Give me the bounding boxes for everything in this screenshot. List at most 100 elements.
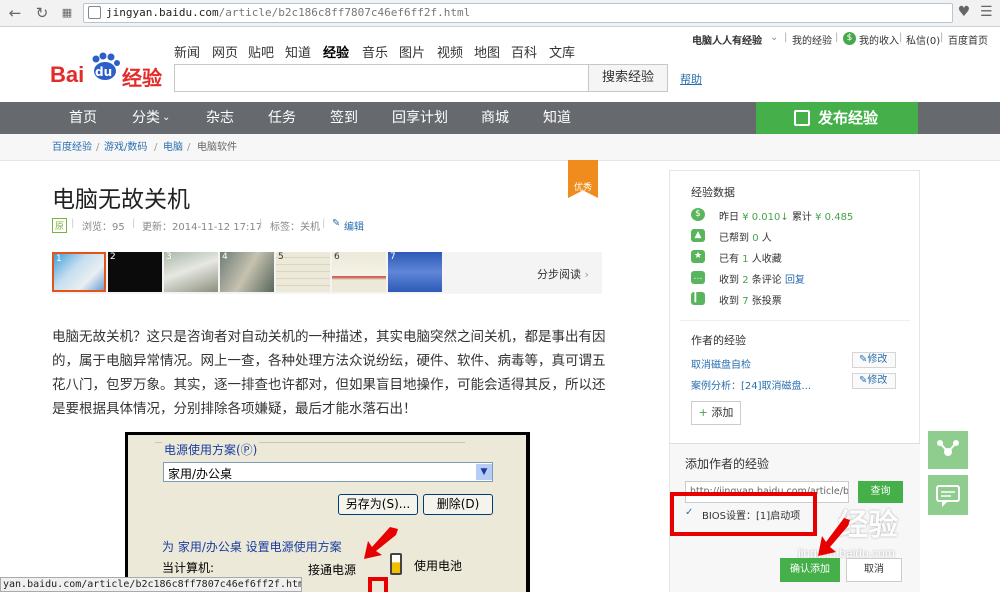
popup-title: 添加作者的经验: [685, 457, 770, 471]
confirm-add-button[interactable]: 确认添加: [780, 558, 840, 582]
red-arrow-icon: [818, 518, 850, 556]
chevron-down-icon[interactable]: ⌄: [770, 32, 778, 43]
computer-label: 当计算机:: [162, 561, 215, 575]
settings-label: 为 家用/办公桌 设置电源使用方案: [162, 540, 342, 554]
edit-icon: [794, 110, 810, 126]
step-thumbnail[interactable]: 3: [164, 252, 218, 292]
author-item[interactable]: 取消磁盘自检: [691, 356, 751, 371]
breadcrumb-separator: /: [96, 142, 100, 153]
search-input[interactable]: [174, 64, 589, 92]
step-thumbnail[interactable]: 1: [52, 252, 106, 292]
step-thumbnail[interactable]: 6: [332, 252, 386, 292]
step-thumbnail[interactable]: 2: [108, 252, 162, 292]
modify-button[interactable]: ✎修改: [852, 373, 896, 389]
topnav-video[interactable]: 视频: [437, 42, 463, 61]
updated-time: 更新：2014-11-12 17:17: [142, 222, 263, 233]
red-arrow-icon: [364, 527, 398, 559]
nav-share-plan[interactable]: 回享计划: [392, 102, 448, 134]
nav-checkin[interactable]: 签到: [330, 102, 358, 134]
topnav-zhidao[interactable]: 知道: [285, 42, 311, 61]
modify-button[interactable]: ✎修改: [852, 352, 896, 368]
back-icon[interactable]: ←: [6, 4, 24, 22]
scheme-select: 家用/办公桌 ▼: [163, 462, 493, 482]
browser-toolbar: ← ↻ ▦ jingyan.baidu.com/article/b2c186c8…: [0, 0, 1000, 27]
step-thumbnail[interactable]: 4: [220, 252, 274, 292]
breadcrumb-item[interactable]: 百度经验: [52, 134, 92, 161]
step-read-link[interactable]: 分步阅读 ›: [537, 266, 589, 282]
step-thumbnail[interactable]: 7: [388, 252, 442, 292]
chat-icon: [936, 485, 960, 507]
nav-magazine[interactable]: 杂志: [206, 102, 234, 134]
add-button[interactable]: + 添加: [691, 401, 741, 425]
my-income-link[interactable]: 我的收入: [859, 32, 899, 47]
breadcrumb: 百度经验 / 游戏/数码 / 电脑 / 电脑软件: [0, 134, 1000, 161]
tags: 标签：关机: [270, 222, 320, 233]
nav-tasks[interactable]: 任务: [268, 102, 296, 134]
nav-zhidao[interactable]: 知道: [543, 102, 571, 134]
star-icon: ★: [691, 250, 705, 263]
menu-icon[interactable]: ☰: [980, 4, 996, 22]
dropdown-icon: ▼: [476, 464, 492, 480]
topnav-news[interactable]: 新闻: [174, 42, 200, 61]
separator: |: [899, 32, 903, 43]
topnav-baike[interactable]: 百科: [511, 42, 537, 61]
comment-icon: …: [691, 271, 705, 284]
income-icon: $: [843, 32, 856, 45]
breadcrumb-separator: /: [187, 142, 191, 153]
pencil-icon: ✎: [332, 218, 341, 229]
logo-du: du: [95, 65, 113, 79]
share-icon: [937, 440, 959, 456]
baidu-jingyan-logo[interactable]: Bai du 经验: [50, 52, 165, 92]
bar-chart-icon: ▎: [691, 292, 705, 305]
logo-bai: Bai: [50, 62, 85, 87]
excellent-badge: 优秀: [568, 160, 598, 198]
topnav-jingyan[interactable]: 经验: [323, 42, 349, 61]
topnav-music[interactable]: 音乐: [362, 42, 388, 61]
share-button[interactable]: [928, 431, 968, 469]
reply-link[interactable]: 回复: [785, 275, 805, 286]
step-thumbnail[interactable]: 5: [276, 252, 330, 292]
breadcrumb-item[interactable]: 游戏/数码: [104, 134, 147, 161]
publish-experience-button[interactable]: 发布经验: [756, 102, 918, 134]
author-item[interactable]: 案例分析：[24]取消磁盘...: [691, 377, 811, 392]
thumbs-up-icon: ▲: [691, 229, 705, 242]
publish-label: 发布经验: [818, 109, 879, 127]
separator: |: [784, 32, 788, 43]
url-host: jingyan.baidu.com: [106, 6, 219, 19]
messages-link[interactable]: 私信(0): [906, 32, 940, 47]
topnav-images[interactable]: 图片: [399, 42, 425, 61]
refresh-icon[interactable]: ↻: [33, 4, 51, 22]
nav-mall[interactable]: 商城: [481, 102, 509, 134]
article-title: 电脑无故关机: [52, 187, 190, 213]
article-screenshot: 电源使用方案(Ⓟ) 家用/办公桌 ▼ 另存为(S)... 删除(D) 为 家用/…: [125, 432, 530, 592]
battery-label: 使用电池: [414, 559, 463, 573]
breadcrumb-current: 电脑软件: [197, 142, 237, 153]
apps-grid-icon[interactable]: ▦: [58, 4, 76, 22]
views-count: 浏览：95: [82, 222, 125, 233]
status-bar: yan.baidu.com/article/b2c186c8ff7807c46e…: [0, 577, 302, 592]
search-button[interactable]: 搜索经验: [588, 64, 668, 92]
address-bar[interactable]: jingyan.baidu.com/article/b2c186c8ff7807…: [83, 3, 953, 23]
plus-icon: +: [698, 406, 708, 419]
scheme-label: 电源使用方案(Ⓟ): [162, 441, 260, 458]
author-experience-title: 作者的经验: [691, 334, 746, 347]
baidu-home-link[interactable]: 百度首页: [948, 32, 988, 47]
feedback-button[interactable]: [928, 475, 968, 515]
topnav-map[interactable]: 地图: [474, 42, 500, 61]
favorite-icon[interactable]: ♥: [954, 4, 974, 22]
nav-home[interactable]: 首页: [69, 102, 97, 134]
topnav-web[interactable]: 网页: [212, 42, 238, 61]
chevron-down-icon[interactable]: ⌄: [162, 102, 170, 134]
nav-categories[interactable]: 分类: [132, 102, 160, 134]
breadcrumb-separator: /: [154, 142, 158, 153]
article-body: 电脑无故关机？这只是咨询者对自动关机的一种描述，其实电脑突然之间关机，都是事出有…: [52, 329, 606, 417]
cancel-button[interactable]: 取消: [846, 558, 902, 582]
save-as-button: 另存为(S)...: [338, 494, 418, 515]
username[interactable]: 电脑人人有经验: [692, 32, 762, 47]
edit-link[interactable]: 编辑: [344, 218, 364, 233]
my-experience-link[interactable]: 我的经验: [792, 32, 832, 47]
topnav-tieba[interactable]: 贴吧: [248, 42, 274, 61]
breadcrumb-item[interactable]: 电脑: [163, 134, 183, 161]
help-link[interactable]: 帮助: [680, 71, 702, 87]
topnav-wenku[interactable]: 文库: [549, 42, 575, 61]
